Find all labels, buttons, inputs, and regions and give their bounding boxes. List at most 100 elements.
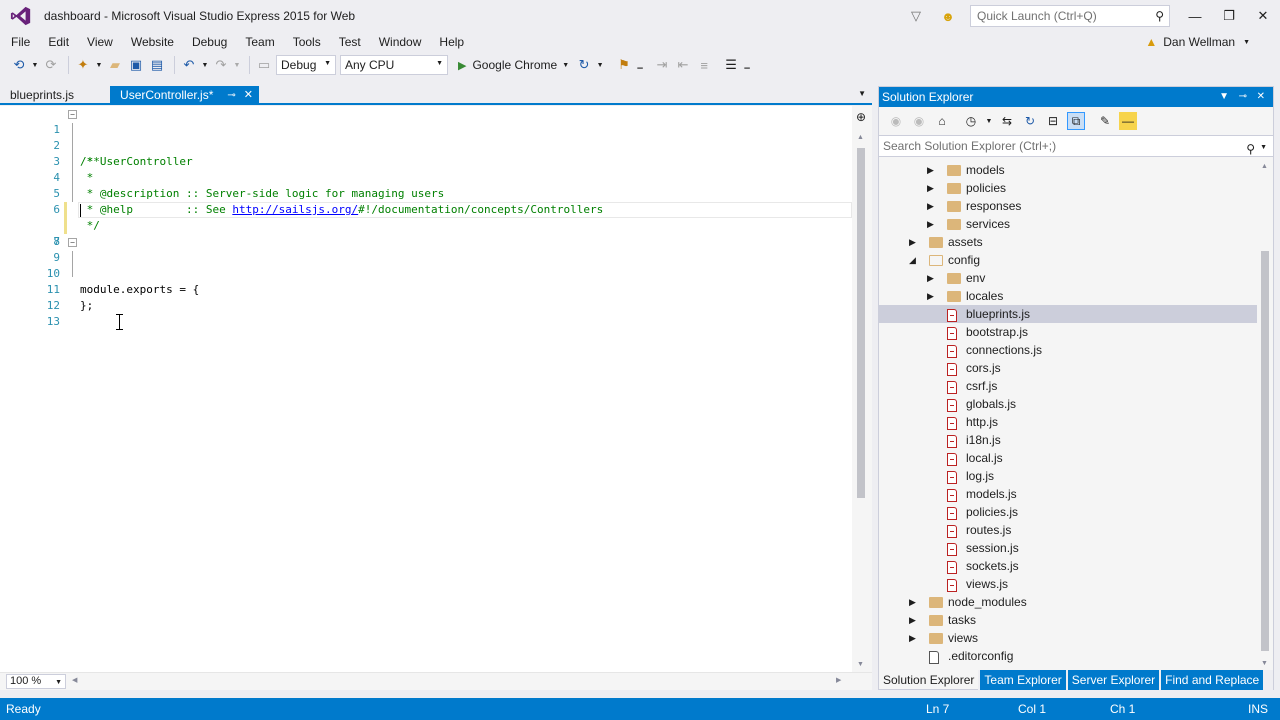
save-all-icon[interactable]: ▤: [148, 54, 166, 76]
tree-item[interactable]: models.js: [879, 485, 1257, 503]
tab-find-and-replace[interactable]: Find and Replace: [1161, 670, 1264, 690]
feedback-smiley-icon[interactable]: ☻: [938, 6, 958, 26]
scroll-down-icon[interactable]: ▼: [857, 661, 864, 668]
window-position-icon[interactable]: ▼: [1219, 87, 1229, 107]
scroll-thumb[interactable]: [1261, 251, 1269, 651]
undo-icon[interactable]: ↶: [180, 54, 198, 76]
tree-item[interactable]: views.js: [879, 575, 1257, 593]
tree-item[interactable]: ▶ responses: [879, 197, 1257, 215]
save-icon[interactable]: ▣: [127, 54, 145, 76]
tree-item[interactable]: ▶ locales: [879, 287, 1257, 305]
refresh-icon[interactable]: ↻: [575, 54, 593, 76]
collapsed-arrow-icon[interactable]: ▶: [927, 219, 937, 230]
menu-website[interactable]: Website: [122, 32, 183, 52]
tree-item[interactable]: globals.js: [879, 395, 1257, 413]
tree-item[interactable]: i18n.js: [879, 431, 1257, 449]
search-options-icon[interactable]: ▼: [1260, 138, 1267, 158]
collapse-icon[interactable]: −: [68, 110, 77, 119]
tab-usercontroller-js[interactable]: UserController.js* ⊸ ✕: [110, 86, 260, 105]
tree-item[interactable]: cors.js: [879, 359, 1257, 377]
overflow-icon[interactable]: ▁: [636, 54, 644, 76]
collapse-icon[interactable]: −: [68, 238, 77, 247]
toolbar-options-icon[interactable]: ▁: [743, 54, 751, 76]
pin-icon[interactable]: ⊸: [227, 86, 235, 105]
scroll-up-icon[interactable]: ▲: [857, 134, 864, 141]
tree-item[interactable]: ▶ tasks: [879, 611, 1257, 629]
menu-window[interactable]: Window: [370, 32, 431, 52]
collapsed-arrow-icon[interactable]: ▶: [927, 291, 937, 302]
menu-tools[interactable]: Tools: [284, 32, 330, 52]
pending-changes-filter-icon[interactable]: ◷: [962, 112, 980, 130]
collapsed-arrow-icon[interactable]: ▶: [909, 633, 919, 644]
code-editor[interactable]: 1 − /** 2 * UserController 3 * 4 * @desc…: [0, 106, 872, 672]
refresh-icon[interactable]: ↻: [1021, 112, 1039, 130]
undo-dropdown-icon[interactable]: ▼: [201, 54, 209, 76]
preview-selected-icon[interactable]: —: [1119, 112, 1137, 130]
collapsed-arrow-icon[interactable]: ▶: [909, 237, 919, 248]
tab-list-dropdown-icon[interactable]: ▼: [858, 89, 866, 98]
split-window-icon[interactable]: ⊕: [856, 110, 866, 124]
tree-item[interactable]: policies.js: [879, 503, 1257, 521]
scroll-right-icon[interactable]: ▶: [836, 676, 841, 684]
collapsed-arrow-icon[interactable]: ▶: [927, 273, 937, 284]
show-all-files-icon[interactable]: ⧉: [1067, 112, 1085, 130]
menu-edit[interactable]: Edit: [39, 32, 78, 52]
tree-item[interactable]: ▶ policies: [879, 179, 1257, 197]
close-window-button[interactable]: ✕: [1246, 0, 1280, 32]
menu-test[interactable]: Test: [330, 32, 370, 52]
filter-icon[interactable]: ▽: [906, 6, 926, 26]
tree-item[interactable]: .editorconfig: [879, 647, 1257, 665]
menu-debug[interactable]: Debug: [183, 32, 236, 52]
scroll-up-icon[interactable]: ▲: [1261, 163, 1268, 170]
run-button[interactable]: ▶ Google Chrome ▼: [458, 54, 569, 76]
properties-icon[interactable]: ✎: [1096, 112, 1114, 130]
back-dropdown-icon[interactable]: ▼: [31, 54, 39, 76]
tree-item[interactable]: bootstrap.js: [879, 323, 1257, 341]
editor-vertical-scrollbar[interactable]: ⊕ ▲ ▼: [852, 106, 872, 672]
scroll-left-icon[interactable]: ◀: [72, 676, 77, 684]
tab-team-explorer[interactable]: Team Explorer: [980, 670, 1066, 690]
tab-server-explorer[interactable]: Server Explorer: [1067, 670, 1160, 690]
tab-solution-explorer[interactable]: Solution Explorer: [879, 670, 979, 690]
tree-item[interactable]: ◢ config: [879, 251, 1257, 269]
scroll-thumb[interactable]: [857, 148, 865, 498]
tree-item[interactable]: ▶ env: [879, 269, 1257, 287]
platform-select[interactable]: Any CPU ▼: [340, 55, 448, 75]
expanded-arrow-icon[interactable]: ◢: [909, 255, 919, 266]
new-project-icon[interactable]: ✦: [74, 54, 92, 76]
zoom-select[interactable]: 100 % ▼: [6, 674, 66, 689]
collapsed-arrow-icon[interactable]: ▶: [927, 165, 937, 176]
user-account[interactable]: ▲ Dan Wellman ▼: [1145, 32, 1250, 52]
code-area[interactable]: 1 − /** 2 * UserController 3 * 4 * @desc…: [0, 106, 852, 672]
menu-file[interactable]: File: [0, 32, 39, 52]
collapsed-arrow-icon[interactable]: ▶: [927, 183, 937, 194]
tree-item[interactable]: csrf.js: [879, 377, 1257, 395]
solution-vertical-scrollbar[interactable]: ▲ ▼: [1257, 161, 1273, 669]
tree-item[interactable]: session.js: [879, 539, 1257, 557]
sync-icon[interactable]: ⇆: [998, 112, 1016, 130]
tree-item[interactable]: local.js: [879, 449, 1257, 467]
browser-link-icon[interactable]: ⚑: [615, 54, 633, 76]
tree-item[interactable]: ▶ views: [879, 629, 1257, 647]
tree-item[interactable]: ▶ assets: [879, 233, 1257, 251]
menu-view[interactable]: View: [78, 32, 122, 52]
tab-blueprints-js[interactable]: blueprints.js: [0, 86, 84, 105]
scroll-down-icon[interactable]: ▼: [1261, 660, 1268, 667]
configuration-select[interactable]: Debug ▼: [276, 55, 336, 75]
tree-item[interactable]: connections.js: [879, 341, 1257, 359]
tree-item[interactable]: sockets.js: [879, 557, 1257, 575]
collapsed-arrow-icon[interactable]: ▶: [909, 615, 919, 626]
tree-item[interactable]: routes.js: [879, 521, 1257, 539]
quick-launch-input[interactable]: Quick Launch (Ctrl+Q) ⚲: [970, 5, 1170, 27]
home-icon[interactable]: ⌂: [933, 112, 951, 130]
tree-item[interactable]: log.js: [879, 467, 1257, 485]
tree-item[interactable]: blueprints.js: [879, 305, 1257, 323]
collapsed-arrow-icon[interactable]: ▶: [927, 201, 937, 212]
menu-team[interactable]: Team: [236, 32, 283, 52]
new-dropdown-icon[interactable]: ▼: [95, 54, 103, 76]
close-icon[interactable]: ✕: [244, 86, 253, 105]
navigate-back-icon[interactable]: ⟲: [10, 54, 28, 76]
collapsed-arrow-icon[interactable]: ▶: [909, 597, 919, 608]
pin-icon[interactable]: ⊸: [1239, 87, 1247, 107]
solution-search-input[interactable]: Search Solution Explorer (Ctrl+;) ⚲ ▼: [879, 135, 1273, 157]
